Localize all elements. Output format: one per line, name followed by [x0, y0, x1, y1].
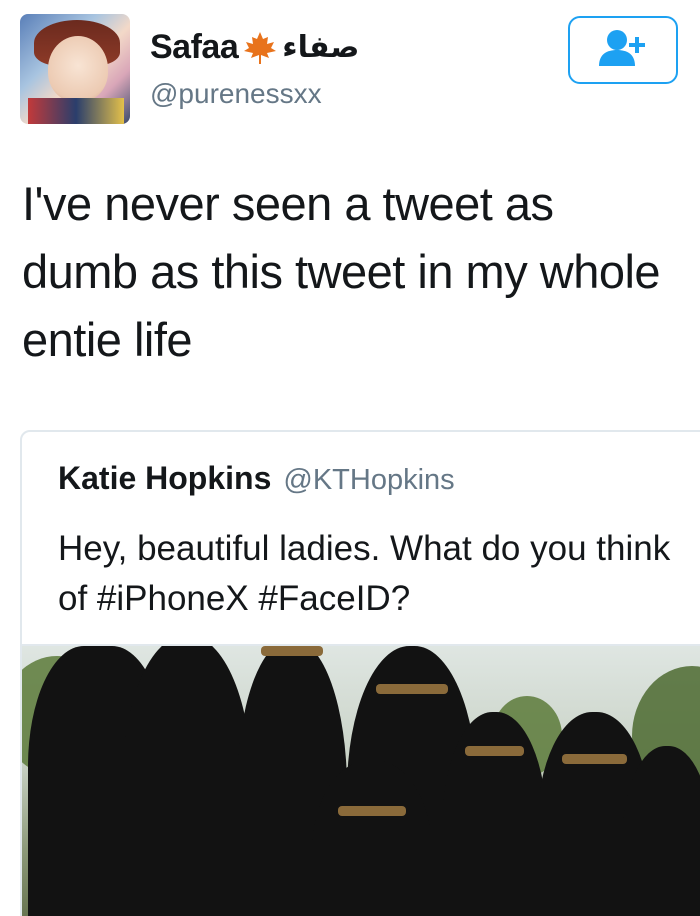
quoted-author-name[interactable]: Katie Hopkins	[58, 460, 271, 497]
avatar-face	[48, 36, 108, 102]
tweet-text: I've never seen a tweet as dumb as this …	[22, 177, 661, 366]
tweet-header: Safaa صفاء @purenessxx	[20, 14, 680, 126]
add-user-icon	[597, 28, 649, 73]
quoted-tweet-header: Katie Hopkins @KTHopkins	[58, 460, 455, 497]
photo-figure	[442, 712, 547, 916]
author-arabic-name: صفاء	[282, 30, 360, 65]
maple-leaf-icon	[242, 31, 278, 65]
author-handle[interactable]: @purenessxx	[150, 78, 322, 110]
photo-figure	[122, 646, 252, 916]
follow-button[interactable]	[568, 16, 678, 84]
author-display-name[interactable]: Safaa	[150, 28, 239, 67]
author-name-row[interactable]: Safaa صفاء	[150, 28, 359, 67]
quoted-tweet-text: Hey, beautiful ladies. What do you think…	[58, 529, 671, 618]
quoted-author-handle[interactable]: @KTHopkins	[283, 464, 454, 497]
quoted-tweet-photo[interactable]	[22, 646, 700, 916]
avatar[interactable]	[20, 14, 130, 124]
avatar-clothing	[28, 98, 124, 124]
quoted-tweet-card[interactable]: Katie Hopkins @KTHopkins Hey, beautiful …	[20, 430, 700, 916]
